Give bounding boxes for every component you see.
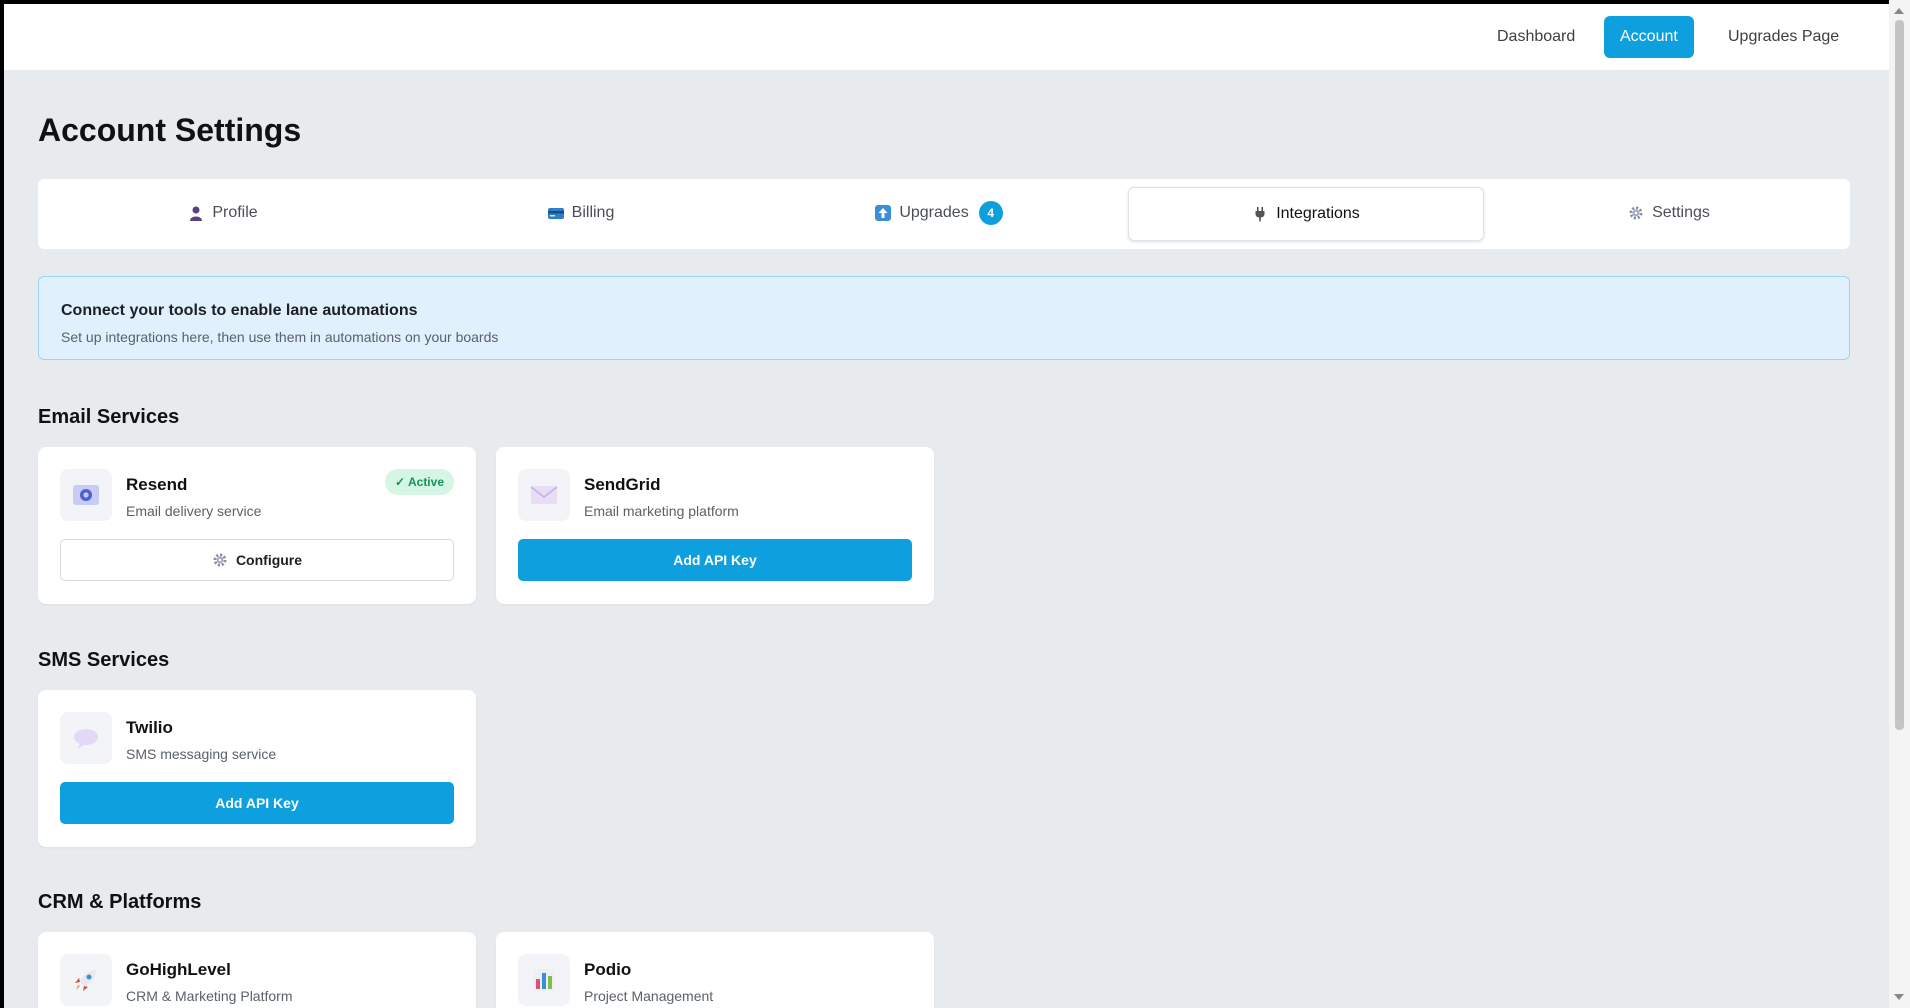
nav-dashboard-link[interactable]: Dashboard	[1481, 16, 1591, 58]
up-arrow-icon	[875, 205, 892, 221]
info-banner-title: Connect your tools to enable lane automa…	[61, 302, 418, 319]
scroll-up-arrow-icon[interactable]	[1894, 8, 1904, 14]
bar-chart-icon	[518, 954, 570, 1006]
envelope-icon	[518, 469, 570, 521]
rocket-icon	[60, 954, 112, 1006]
crm-platforms-heading: CRM & Platforms	[38, 891, 202, 913]
configure-button-label: Configure	[235, 552, 303, 568]
tab-profile[interactable]: Profile	[46, 187, 400, 239]
tab-integrations-label: Integrations	[1276, 205, 1360, 222]
card-description: SMS messaging service	[126, 746, 277, 762]
credit-card-icon	[547, 205, 564, 221]
configure-button[interactable]: Configure	[60, 539, 454, 581]
tab-billing[interactable]: Billing	[404, 187, 758, 239]
vertical-scrollbar[interactable]	[1889, 0, 1910, 1008]
card-description: Project Management	[584, 988, 714, 1004]
email-services-heading: Email Services	[38, 406, 180, 428]
active-status-badge: ✓ Active	[385, 469, 454, 495]
tab-profile-label: Profile	[212, 204, 258, 221]
upgrades-count-badge: 4	[978, 201, 1003, 225]
tab-settings[interactable]: Settings	[1492, 187, 1846, 239]
integration-card-twilio: Twilio SMS messaging service Add API Key	[38, 690, 476, 847]
card-name: GoHighLevel	[126, 960, 231, 979]
scroll-down-arrow-icon[interactable]	[1894, 994, 1904, 1000]
card-description: CRM & Marketing Platform	[126, 988, 293, 1004]
gear-icon	[212, 552, 228, 568]
integration-card-podio: Podio Project Management	[496, 932, 934, 1008]
gear-icon	[1628, 205, 1644, 221]
nav-account-link[interactable]: Account	[1604, 16, 1694, 58]
sms-services-heading: SMS Services	[38, 649, 170, 671]
tab-upgrades[interactable]: Upgrades 4	[762, 187, 1116, 239]
top-nav: Dashboard Account Upgrades Page	[4, 4, 1889, 70]
integration-card-sendgrid: SendGrid Email marketing platform Add AP…	[496, 447, 934, 604]
mail-icon	[60, 469, 112, 521]
plug-icon	[1252, 206, 1268, 222]
card-description: Email marketing platform	[584, 503, 739, 519]
tab-integrations[interactable]: Integrations	[1128, 187, 1484, 241]
settings-tabs: Profile Billing Upgrades 4 Integrations	[38, 179, 1850, 249]
tab-upgrades-label: Upgrades	[899, 204, 969, 221]
card-description: Email delivery service	[126, 503, 262, 519]
card-name: Twilio	[126, 718, 173, 737]
scrollbar-thumb[interactable]	[1895, 20, 1904, 730]
app-window: Dashboard Account Upgrades Page Account …	[4, 4, 1889, 1008]
info-banner: Connect your tools to enable lane automa…	[38, 276, 1850, 360]
page-title: Account Settings	[38, 112, 302, 148]
nav-upgrades-page-link[interactable]: Upgrades Page	[1712, 16, 1855, 58]
info-banner-subtitle: Set up integrations here, then use them …	[61, 329, 499, 345]
card-name: SendGrid	[584, 475, 661, 494]
tab-billing-label: Billing	[571, 204, 615, 221]
add-api-key-button[interactable]: Add API Key	[60, 782, 454, 824]
tab-settings-label: Settings	[1652, 204, 1710, 221]
speech-bubble-icon	[60, 712, 112, 764]
add-api-key-button[interactable]: Add API Key	[518, 539, 912, 581]
card-name: Podio	[584, 960, 632, 979]
card-name: Resend	[126, 475, 188, 494]
integration-card-resend: Resend Email delivery service ✓ Active C…	[38, 447, 476, 604]
integration-card-gohighlevel: GoHighLevel CRM & Marketing Platform	[38, 932, 476, 1008]
person-icon	[188, 205, 204, 221]
